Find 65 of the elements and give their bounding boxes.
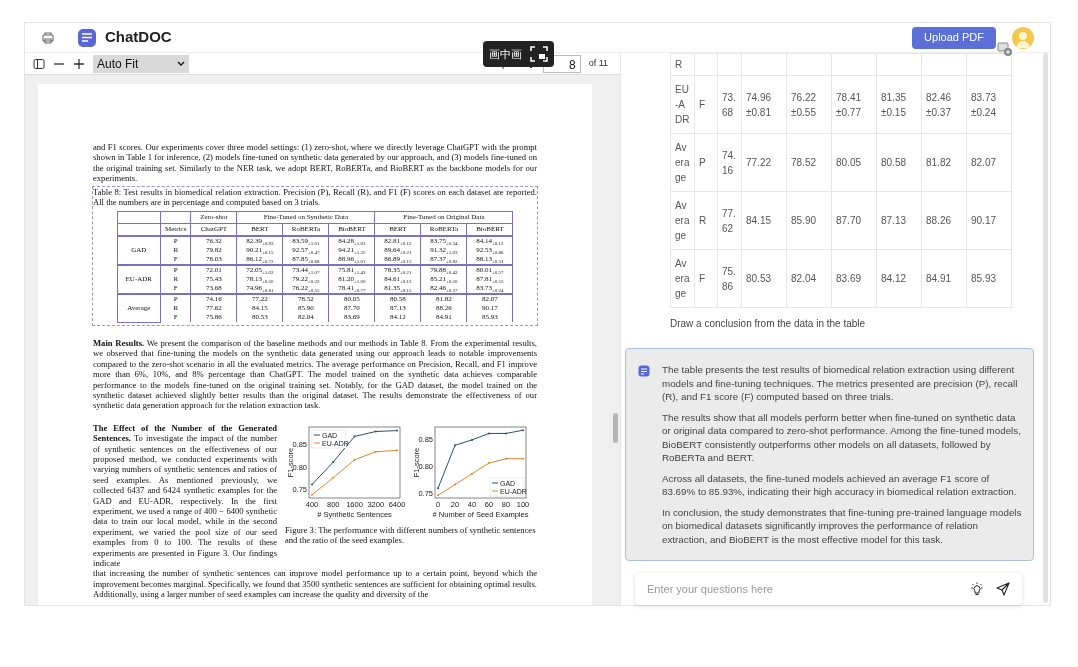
page-total: of 11 (588, 56, 608, 70)
app-title: ChatDOC (105, 27, 172, 48)
table-caption: Table 8: Test results in biomedical relation extraction. Precision (P), Recall (R), and F1 (F) scores on each dataset are reported. All the numbers are in percentage and computed based on 3 trials. (93, 186, 537, 208)
table-cell: F (699, 273, 706, 284)
table-cell: EU-ADR (675, 84, 690, 125)
table-cell: 77.22 (746, 157, 772, 168)
chat-bot-icon (638, 365, 650, 378)
exit-fullscreen-icon[interactable] (530, 46, 548, 62)
table-cell: F (699, 99, 706, 110)
upload-pdf-button[interactable]: Upload PDF (912, 26, 996, 49)
table-cell: 74.96±0.81 (746, 91, 772, 118)
zoom-select[interactable]: Auto Fit (93, 54, 189, 73)
table-cell: 77.62 (722, 207, 736, 234)
table-cell: 90.17 (971, 215, 997, 226)
table-cell: 82.46±0.37 (926, 91, 952, 118)
table-cell: Average (675, 258, 690, 299)
table-cell: 88.26 (926, 215, 952, 226)
table-cell: 81.82 (926, 157, 952, 168)
table-cell: 76.22±0.55 (791, 91, 817, 118)
table-cell: 84.15 (746, 215, 772, 226)
logo-icon (77, 27, 97, 48)
table-cell: 78.52 (791, 157, 817, 168)
body-paragraph: that increasing the number of synthetic sentences can improve model performance up to a certain point, beyond which the improvement becomes marginal. Specifically, we found that 3500 synthetic sentences are sufficient for obtaining optimal results. Additionally, using a larger number of seed examples can increase the quality and diversity of the (93, 568, 537, 600)
picture-in-picture-icon[interactable] (997, 41, 1013, 57)
table-cell: R (675, 59, 683, 70)
table-cell: 74.16 (722, 149, 736, 176)
table-cell: 83.73±0.24 (971, 91, 997, 118)
input-placeholder: Enter your questions here (647, 581, 774, 597)
table-cell: 81.35±0.15 (881, 91, 907, 118)
table-cell: 87.13 (881, 215, 907, 226)
table-cell: 82.07 (971, 157, 997, 168)
user-message: Draw a conclusion from the data in the table (670, 318, 866, 329)
table-cell: Average (675, 200, 690, 241)
table-cell: 82.04 (791, 273, 817, 284)
table-cell: 80.58 (881, 157, 907, 168)
sidebar-toggle-icon[interactable] (33, 57, 45, 70)
answer-paragraph: In conclusion, the study demonstrates that fine-tuning pre-trained language models on biomedical datasets significantly improves the performance of relation extraction, and BioBERT is the most effective model for this task. (662, 505, 1023, 547)
table-cell: 85.90 (791, 215, 817, 226)
table-cell: 75.86 (722, 265, 736, 292)
table-cell: R (699, 215, 707, 226)
table-cell: 85.93 (971, 273, 997, 284)
answer-paragraph: The table presents the test results of biomedical relation extraction using different models and fine-tuning techniques. The metrics presented are precision (P), recall (R), and F1 score (F) computed based on three trials. (662, 363, 1019, 404)
figure-caption: Figure 3: The performance with different numbers of synthetic sentences and the ratio of the seed examples. (285, 524, 536, 546)
tooltip-label: 画中画 (489, 46, 522, 62)
chevron-down-icon[interactable] (177, 60, 185, 67)
answer-paragraph: The results show that all models perform better when fine-tuned on synthetic data or original data compared to zero-shot performance. Among the fine-tuned models, BioBERT consistently outperforms other models on all datasets, followed by RoBERTa and BERT. (662, 410, 1022, 465)
table-cell: P (699, 157, 706, 168)
table-cell: 78.41±0.77 (836, 91, 862, 118)
body-paragraph: and F1 scores. Our experiments cover three model settings: (1) zero-shot, where we directly leverage ChatGPT with the prompt shown in Table 1 for inference, (2) models fine-tuned on synthetic data generated by our approach, and (3) models fine-tuned on the original training set. Similarly to the NER task, we adopt BERT, RoBERTa, and BioBERT as the backbone models for our experiments. (93, 142, 537, 184)
table-cell: 84.91 (926, 273, 952, 284)
table-cell: 73.68 (722, 91, 736, 118)
printer-icon[interactable] (41, 30, 55, 45)
chart-legend (311, 429, 349, 448)
table-cell: 80.53 (746, 273, 772, 284)
lightbulb-icon[interactable] (970, 582, 984, 597)
table-cell: 80.05 (836, 157, 862, 168)
table-cell: 83.69 (836, 273, 862, 284)
send-icon[interactable] (996, 582, 1010, 597)
chart-legend (489, 477, 527, 496)
table-cell: 87.70 (836, 215, 862, 226)
zoom-in-icon[interactable] (73, 57, 85, 70)
table-cell: 84.12 (881, 273, 907, 284)
table-cell: Average (675, 142, 690, 183)
body-paragraph: Main Results. We present the comparison of the baseline methods and our methods in Table 8. From the experimental results, we observed that fine-tuning the models on the synthetic data generated using our approach leads to notable improvements compared to the zero-shot scenario in all the evaluated metrics. The average performance on Precision, Recall, and F1 improve more than 6%, 10%, and 8% percentage than ChatGPT. The model trained on the synthetic data achieves comparable performance to the models fine-tuned on the original training set. Notably, for the GAD dataset, the model trained on the synthetic dataset achieved slightly better results than the original dataset. The results demonstrate the effectiveness of our synthetic data generation approach for the relation extraction task. (93, 337, 537, 411)
answer-paragraph: Across all datasets, the fine-tuned models achieved an average F1 score of 83.69% to 85.93%, indicating their high accuracy in biomedical relation extraction. (662, 471, 1018, 499)
